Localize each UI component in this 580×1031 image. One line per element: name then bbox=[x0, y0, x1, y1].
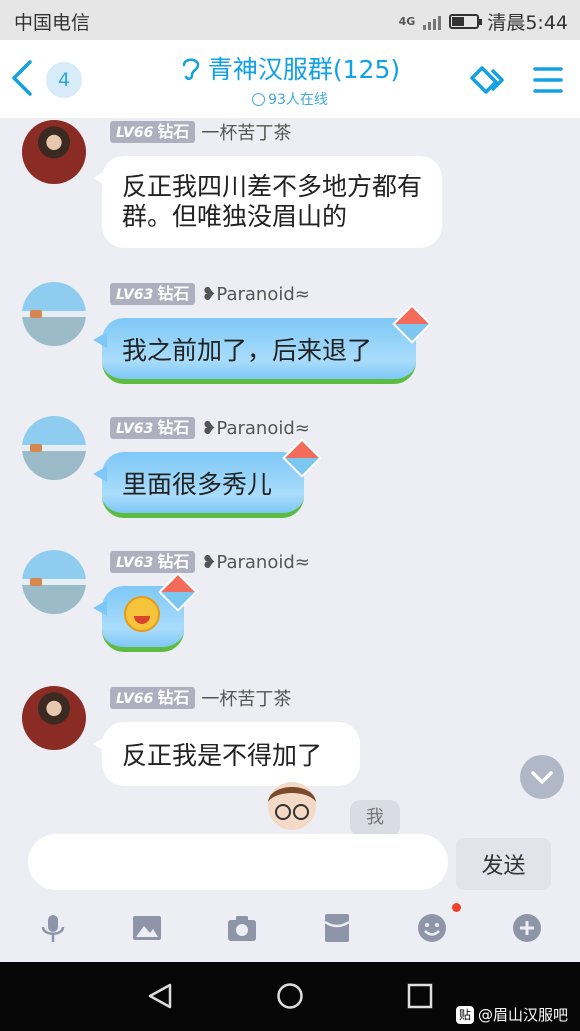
signal-icon bbox=[423, 14, 442, 30]
tieba-logo-icon: 贴 bbox=[455, 1005, 474, 1024]
cartoon-face-sticker-icon bbox=[268, 782, 316, 830]
laughing-crying-emoji-icon bbox=[124, 596, 160, 632]
level-badge: LV66 钻石 bbox=[110, 687, 196, 709]
chevron-down-icon bbox=[531, 771, 553, 784]
online-icon bbox=[252, 93, 266, 106]
level-badge: LV63 钻石 bbox=[110, 417, 196, 439]
message-bubble[interactable]: 里面很多秀儿 bbox=[93, 438, 322, 518]
avatar[interactable] bbox=[22, 282, 86, 346]
battery-icon bbox=[449, 14, 483, 29]
message-list[interactable]: LV66 钻石 一杯苦丁茶 反正我四川差不多地方都有 群。但唯独没眉山的 LV63… bbox=[0, 118, 580, 834]
menu-icon[interactable] bbox=[532, 64, 564, 96]
unread-badge[interactable]: 4 bbox=[46, 62, 82, 98]
nav-back-icon[interactable] bbox=[146, 982, 174, 1010]
sender-name[interactable]: 一杯苦丁茶 bbox=[201, 119, 291, 145]
kite-icon bbox=[282, 438, 322, 478]
avatar[interactable] bbox=[22, 120, 86, 184]
clock: 清晨5:44 bbox=[487, 12, 568, 34]
avatar[interactable] bbox=[22, 686, 86, 750]
sender-name[interactable]: ❥Paranoid≈ bbox=[201, 418, 310, 439]
group-link-icon[interactable] bbox=[466, 62, 508, 100]
image-icon[interactable] bbox=[131, 912, 163, 944]
online-count: 93人在线 bbox=[150, 89, 430, 109]
ear-icon bbox=[182, 58, 200, 80]
watermark: 贴 @眉山汉服吧 bbox=[455, 1004, 568, 1025]
notification-dot bbox=[452, 903, 461, 912]
nav-recents-icon[interactable] bbox=[406, 982, 434, 1010]
camera-icon[interactable] bbox=[226, 912, 258, 944]
status-bar: 中国电信 4G 清晨5:44 bbox=[0, 0, 580, 40]
scroll-down-button[interactable] bbox=[520, 755, 564, 799]
nav-home-icon[interactable] bbox=[276, 982, 304, 1010]
message-bubble[interactable]: 反正我四川差不多地方都有 群。但唯独没眉山的 bbox=[92, 156, 443, 248]
level-badge: LV66 钻石 bbox=[110, 121, 196, 143]
send-button[interactable]: 发送 bbox=[456, 838, 551, 890]
kite-icon bbox=[158, 572, 198, 612]
red-packet-icon[interactable] bbox=[321, 912, 353, 944]
chat-title-area[interactable]: 青神汉服群(125) 93人在线 bbox=[150, 50, 430, 109]
plus-icon[interactable] bbox=[511, 912, 543, 944]
kite-icon bbox=[392, 304, 432, 344]
message-bubble[interactable] bbox=[93, 572, 198, 652]
level-badge: LV63 钻石 bbox=[110, 551, 196, 573]
sender-name[interactable]: ❥Paranoid≈ bbox=[201, 284, 310, 305]
level-badge: LV63 钻石 bbox=[110, 283, 196, 305]
message-bubble[interactable]: 我之前加了，后来退了 bbox=[93, 304, 432, 384]
avatar[interactable] bbox=[22, 550, 86, 614]
avatar[interactable] bbox=[22, 416, 86, 480]
carrier-name: 中国电信 bbox=[14, 12, 91, 34]
sender-name[interactable]: ❥Paranoid≈ bbox=[201, 552, 310, 573]
chat-header: 4 青神汉服群(125) 93人在线 bbox=[0, 40, 580, 118]
group-title: 青神汉服群(125) bbox=[207, 55, 401, 84]
message-input[interactable] bbox=[28, 834, 448, 890]
emoji-icon[interactable] bbox=[416, 912, 448, 944]
partial-message-bubble[interactable]: 我 bbox=[350, 800, 400, 836]
back-arrow-icon[interactable] bbox=[8, 58, 38, 98]
input-bar: 发送 bbox=[0, 834, 580, 896]
input-toolbar bbox=[0, 896, 580, 962]
sender-name[interactable]: 一杯苦丁茶 bbox=[201, 685, 291, 711]
microphone-icon[interactable] bbox=[37, 912, 69, 944]
network-type: 4G bbox=[398, 15, 416, 28]
